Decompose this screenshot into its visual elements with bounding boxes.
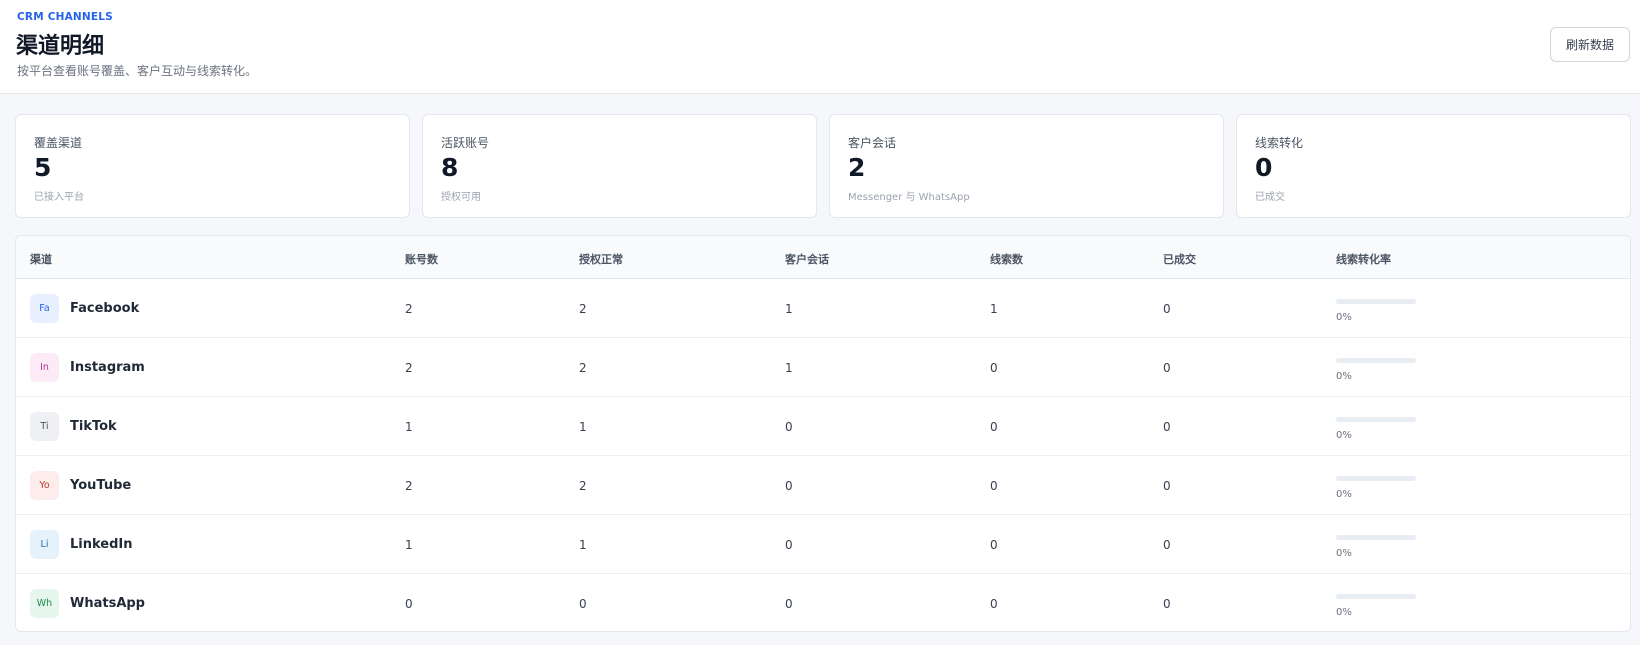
- conversion-rate-text: 0%: [1336, 548, 1352, 559]
- cell-closed: 0: [1163, 597, 1171, 611]
- cell-accounts: 2: [405, 302, 413, 316]
- stat-card-accounts: 活跃账号 8 授权可用: [422, 114, 817, 218]
- channel-badge-icon: Yo: [30, 471, 59, 500]
- table-row[interactable]: Wh WhatsApp 0 0 0 0 0 0%: [16, 574, 1630, 631]
- channel-table: 渠道 账号数 授权正常 客户会话 线索数 已成交 线索转化率 Fa Faceboo…: [15, 235, 1631, 632]
- stat-value: 2: [848, 153, 866, 182]
- channel-name: TikTok: [70, 419, 117, 434]
- cell-leads: 0: [990, 597, 998, 611]
- cell-conversations: 0: [785, 420, 793, 434]
- conversion-rate-text: 0%: [1336, 489, 1352, 500]
- stat-label: 覆盖渠道: [34, 136, 83, 150]
- cell-accounts: 0: [405, 597, 413, 611]
- stat-card-conversations: 客户会话 2 Messenger 与 WhatsApp: [829, 114, 1224, 218]
- channel-badge-icon: In: [30, 353, 59, 382]
- table-row[interactable]: Fa Facebook 2 2 1 1 0 0%: [16, 279, 1630, 338]
- conversion-progress-bar: [1336, 594, 1416, 599]
- cell-closed: 0: [1163, 479, 1171, 493]
- column-header-closed[interactable]: 已成交: [1163, 251, 1196, 267]
- cell-conversations: 0: [785, 479, 793, 493]
- stat-note: 已接入平台: [34, 192, 84, 203]
- column-header-conversations[interactable]: 客户会话: [785, 251, 829, 267]
- column-header-conversion-rate[interactable]: 线索转化率: [1336, 251, 1391, 267]
- stat-label: 活跃账号: [441, 136, 490, 150]
- stat-note: Messenger 与 WhatsApp: [848, 192, 970, 203]
- channel-name: YouTube: [70, 478, 132, 493]
- page-title: 渠道明细: [16, 34, 105, 59]
- conversion-rate-text: 0%: [1336, 312, 1352, 323]
- cell-authorized: 1: [579, 420, 587, 434]
- conversion-rate-text: 0%: [1336, 371, 1352, 382]
- cell-authorized: 2: [579, 361, 587, 375]
- conversion-rate-text: 0%: [1336, 607, 1352, 618]
- column-header-authorized[interactable]: 授权正常: [579, 251, 623, 267]
- table-row[interactable]: Ti TikTok 1 1 0 0 0 0%: [16, 397, 1630, 456]
- channel-name: Facebook: [70, 301, 140, 316]
- cell-accounts: 2: [405, 479, 413, 493]
- cell-closed: 0: [1163, 361, 1171, 375]
- cell-leads: 0: [990, 361, 998, 375]
- conversion-progress-bar: [1336, 299, 1416, 304]
- channel-name: LinkedIn: [70, 537, 133, 552]
- cell-conversations: 1: [785, 302, 793, 316]
- section-eyebrow: CRM CHANNELS: [17, 11, 113, 23]
- stat-label: 客户会话: [848, 136, 897, 150]
- table-row[interactable]: Li LinkedIn 1 1 0 0 0 0%: [16, 515, 1630, 574]
- cell-accounts: 1: [405, 420, 413, 434]
- conversion-progress-bar: [1336, 417, 1416, 422]
- channel-badge-icon: Ti: [30, 412, 59, 441]
- cell-closed: 0: [1163, 302, 1171, 316]
- page-header: CRM CHANNELS 渠道明细 按平台查看账号覆盖、客户互动与线索转化。 刷…: [0, 0, 1640, 94]
- stat-card-conversion: 线索转化 0 已成交: [1236, 114, 1631, 218]
- stat-label: 线索转化: [1255, 136, 1304, 150]
- column-header-leads[interactable]: 线索数: [990, 251, 1023, 267]
- channel-badge-icon: Fa: [30, 294, 59, 323]
- cell-accounts: 1: [405, 538, 413, 552]
- cell-authorized: 2: [579, 302, 587, 316]
- table-row[interactable]: In Instagram 2 2 1 0 0 0%: [16, 338, 1630, 397]
- conversion-progress-bar: [1336, 535, 1416, 540]
- channel-name: Instagram: [70, 360, 145, 375]
- cell-conversations: 1: [785, 361, 793, 375]
- stat-value: 5: [34, 153, 52, 182]
- conversion-rate-text: 0%: [1336, 430, 1352, 441]
- cell-closed: 0: [1163, 420, 1171, 434]
- refresh-data-button[interactable]: 刷新数据: [1550, 27, 1630, 62]
- table-row[interactable]: Yo YouTube 2 2 0 0 0 0%: [16, 456, 1630, 515]
- stat-value: 0: [1255, 153, 1273, 182]
- cell-accounts: 2: [405, 361, 413, 375]
- stat-note: 已成交: [1255, 192, 1285, 203]
- cell-authorized: 0: [579, 597, 587, 611]
- column-header-accounts[interactable]: 账号数: [405, 251, 438, 267]
- page-subtitle: 按平台查看账号覆盖、客户互动与线索转化。: [17, 64, 258, 78]
- stat-card-channels: 覆盖渠道 5 已接入平台: [15, 114, 410, 218]
- stat-note: 授权可用: [441, 192, 481, 203]
- cell-closed: 0: [1163, 538, 1171, 552]
- summary-cards: 覆盖渠道 5 已接入平台 活跃账号 8 授权可用 客户会话 2 Messenge…: [15, 114, 1631, 218]
- channel-badge-icon: Li: [30, 530, 59, 559]
- table-header: 渠道 账号数 授权正常 客户会话 线索数 已成交 线索转化率: [16, 236, 1630, 279]
- cell-conversations: 0: [785, 597, 793, 611]
- cell-authorized: 2: [579, 479, 587, 493]
- cell-leads: 0: [990, 420, 998, 434]
- cell-conversations: 0: [785, 538, 793, 552]
- cell-authorized: 1: [579, 538, 587, 552]
- conversion-progress-bar: [1336, 476, 1416, 481]
- conversion-progress-bar: [1336, 358, 1416, 363]
- column-header-channel[interactable]: 渠道: [30, 251, 52, 267]
- stat-value: 8: [441, 153, 459, 182]
- channel-name: WhatsApp: [70, 596, 145, 611]
- cell-leads: 1: [990, 302, 998, 316]
- cell-leads: 0: [990, 479, 998, 493]
- cell-leads: 0: [990, 538, 998, 552]
- channel-badge-icon: Wh: [30, 589, 59, 618]
